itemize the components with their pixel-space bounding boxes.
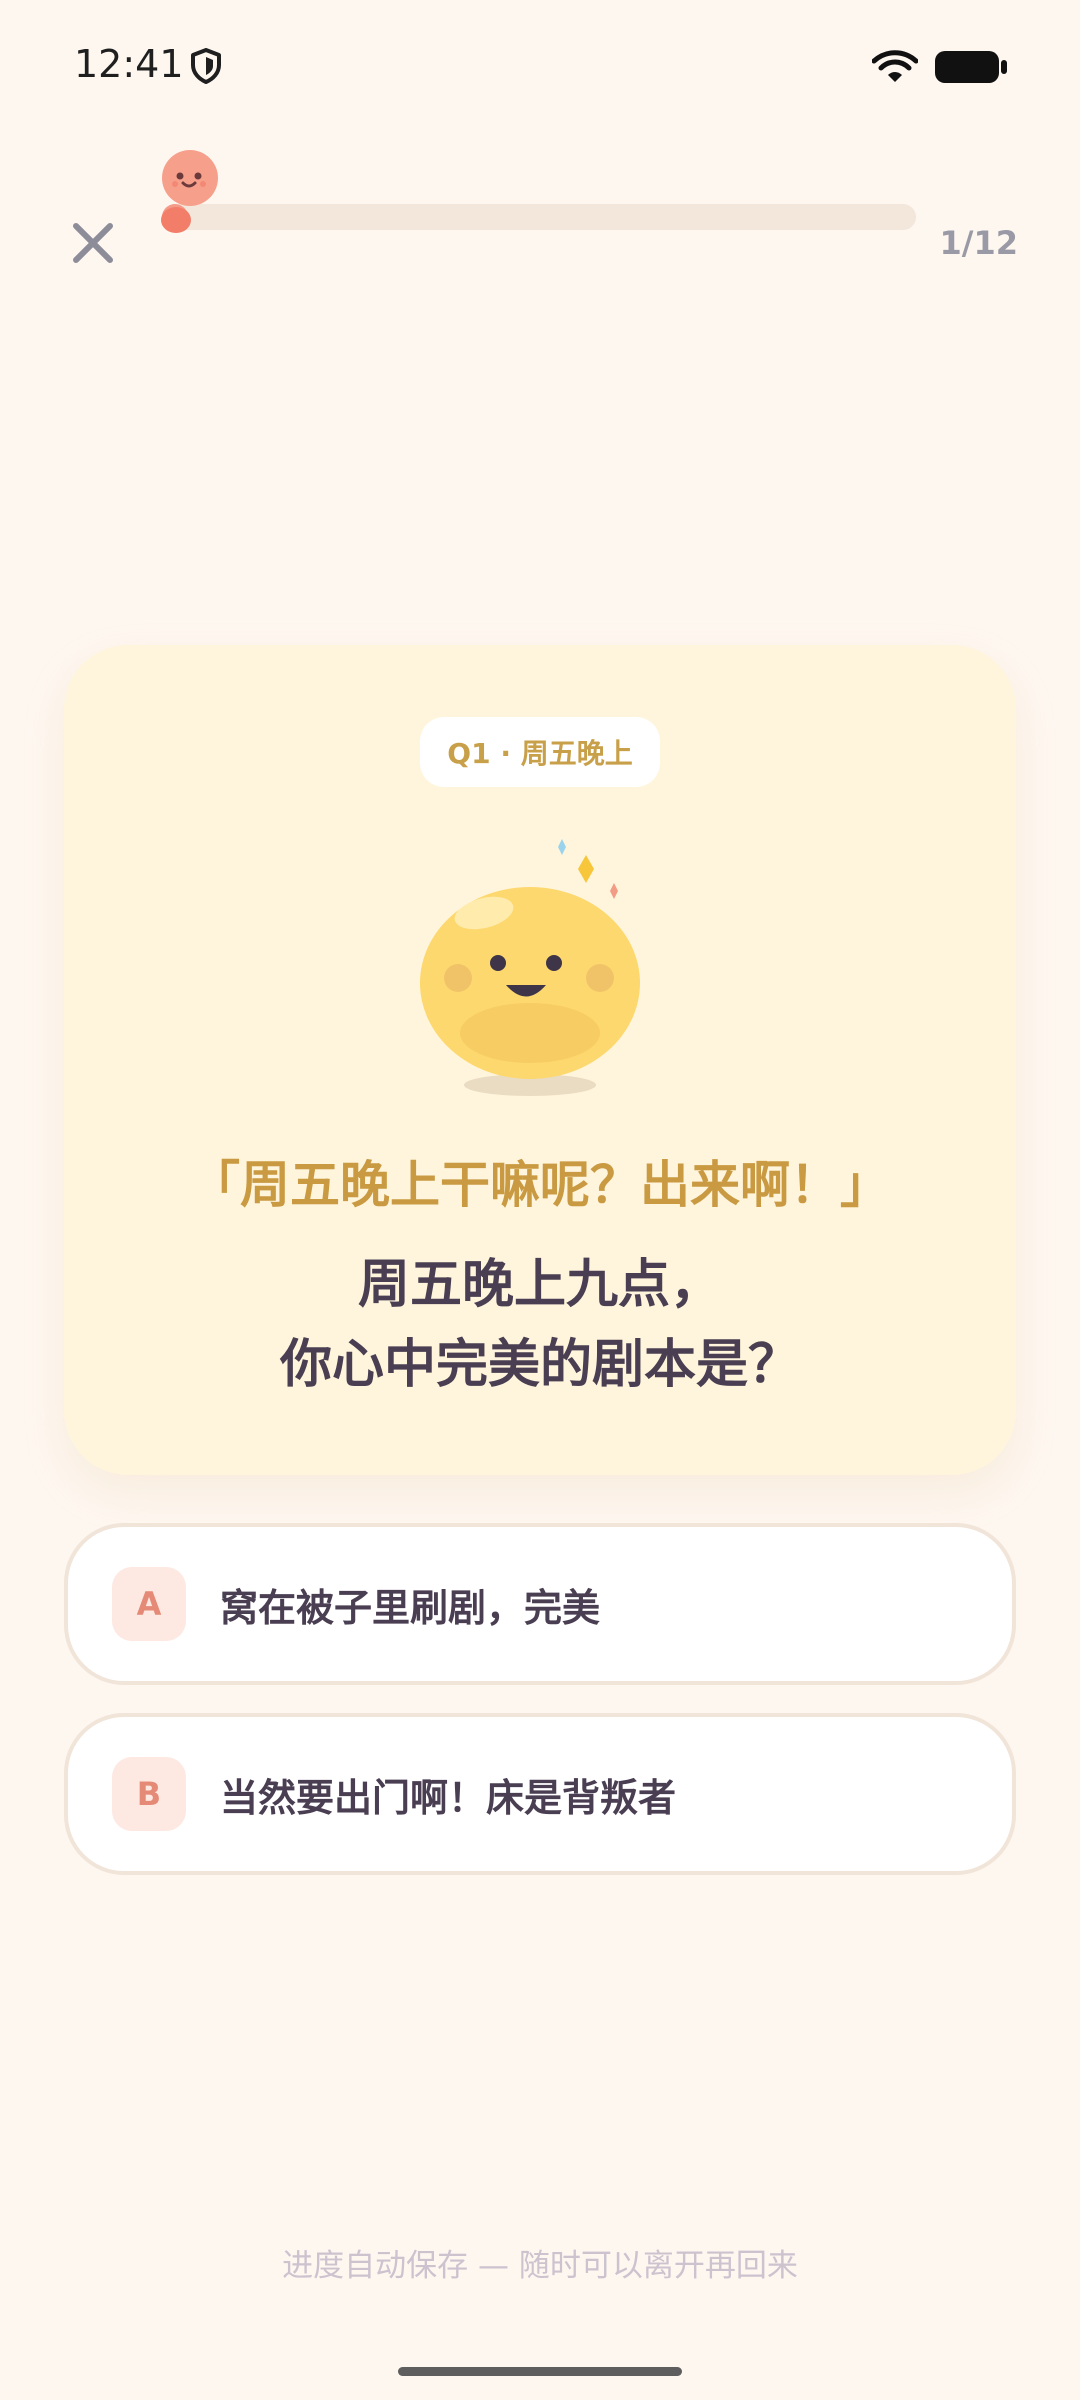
home-indicator[interactable]: [398, 2367, 682, 2376]
question-line-2: 你心中完美的剧本是？: [279, 1335, 800, 1395]
question-line-1: 周五晚上九点，: [357, 1255, 722, 1315]
close-button[interactable]: [68, 218, 118, 268]
question-quote: 「周五晚上干嘛呢？出来啊！」: [190, 1156, 890, 1214]
progress-mascot-icon: [160, 150, 224, 240]
progress-count: 1/12: [939, 224, 1018, 262]
status-bar: 12:41: [0, 0, 1080, 130]
option-a-badge: A: [112, 1567, 186, 1641]
option-a-button[interactable]: A 窝在被子里刷剧，完美: [64, 1523, 1016, 1685]
question-tag: Q1 · 周五晚上: [420, 717, 660, 787]
option-b-button[interactable]: B 当然要出门啊！床是背叛者: [64, 1713, 1016, 1875]
question-text: 周五晚上九点， 你心中完美的剧本是？: [64, 1245, 1016, 1405]
autosave-note: 进度自动保存 — 随时可以离开再回来: [282, 2248, 798, 2284]
option-b-badge: B: [112, 1757, 186, 1831]
wifi-icon: [871, 50, 919, 88]
option-b-text: 当然要出门啊！床是背叛者: [220, 1775, 677, 1820]
smiling-blob-icon: [400, 833, 680, 1107]
progress-bar: [162, 204, 916, 230]
shield-icon: [190, 48, 222, 88]
question-card: Q1 · 周五晚上 「周五晚上干嘛呢？出来啊！」 周五晚上九点， 你心中完美的剧…: [64, 645, 1016, 1475]
option-a-text: 窝在被子里刷剧，完美: [220, 1585, 601, 1630]
battery-icon: [934, 50, 1008, 88]
quiz-screen: 12:41 1/12 Q1 · 周五晚上 「周五晚上干嘛呢？出来啊！」 周五晚上…: [0, 0, 1080, 2400]
status-time: 12:41: [74, 42, 184, 86]
close-icon: [68, 223, 118, 272]
